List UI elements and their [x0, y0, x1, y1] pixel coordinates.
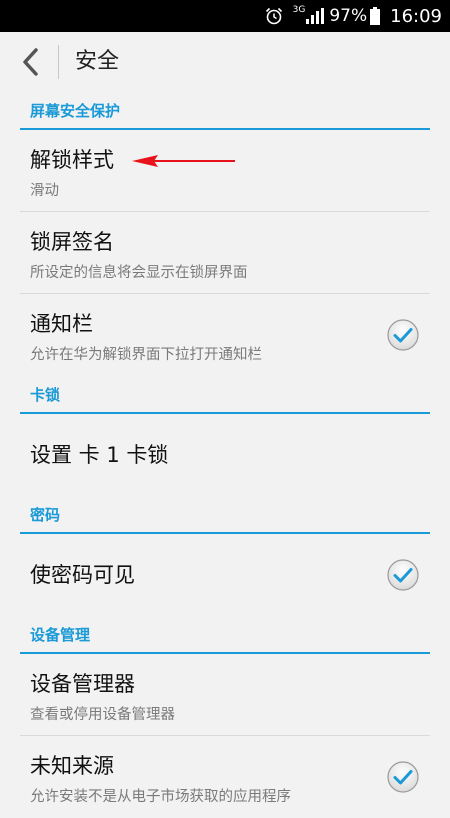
page-title: 安全 [75, 49, 120, 74]
setting-summary: 所设定的信息将会显示在锁屏界面 [30, 265, 248, 281]
red-arrow-annotation-icon [132, 155, 235, 167]
checkbox-checked-icon[interactable] [386, 760, 420, 794]
setting-unknown-sources[interactable]: 未知来源 允许安装不是从电子市场获取的应用程序 [20, 736, 430, 818]
alarm-icon [265, 7, 282, 25]
section-title: 密码 [30, 506, 61, 524]
section-header-screen-security: 屏幕安全保护 [0, 92, 450, 130]
setting-title: 使密码可见 [30, 563, 135, 587]
setting-summary: 允许安装不是从电子市场获取的应用程序 [30, 789, 291, 805]
setting-summary: 允许在华为解锁界面下拉打开通知栏 [30, 347, 262, 363]
status-bar: 3G 97% 16:09 [0, 0, 450, 32]
section-title: 卡锁 [30, 386, 61, 404]
setting-title: 未知来源 [30, 754, 114, 778]
section-title: 设备管理 [30, 626, 91, 644]
section-header-sim-lock: 卡锁 [0, 376, 450, 414]
settings-list: 屏幕安全保护 解锁样式 滑动 锁屏签名 所设定的信息将会显示在锁屏界面 通知栏 … [0, 92, 450, 818]
setting-device-admins[interactable]: 设备管理器 查看或停用设备管理器 [20, 654, 430, 736]
setting-summary: 查看或停用设备管理器 [30, 707, 175, 723]
setting-lock-signature[interactable]: 锁屏签名 所设定的信息将会显示在锁屏界面 [20, 212, 430, 294]
setting-title: 设置 卡 1 卡锁 [30, 443, 169, 467]
setting-title: 设备管理器 [30, 672, 135, 696]
setting-sim-lock[interactable]: 设置 卡 1 卡锁 [20, 414, 430, 496]
title-divider [58, 45, 59, 79]
setting-notification-bar[interactable]: 通知栏 允许在华为解锁界面下拉打开通知栏 [20, 294, 430, 376]
clock: 16:09 [390, 5, 442, 27]
battery-percent: 97% [329, 6, 368, 26]
chevron-left-icon [23, 48, 38, 76]
section-title: 屏幕安全保护 [30, 102, 121, 120]
checkbox-checked-icon[interactable] [386, 558, 420, 592]
signal-icon [306, 8, 325, 24]
section-header-password: 密码 [0, 496, 450, 534]
back-button[interactable] [10, 40, 50, 84]
setting-title: 锁屏签名 [30, 230, 114, 254]
checkbox-checked-icon[interactable] [386, 318, 420, 352]
setting-summary: 滑动 [30, 183, 59, 199]
section-header-device-admin: 设备管理 [0, 616, 450, 654]
network-type: 3G [292, 5, 306, 15]
title-bar: 安全 [0, 32, 450, 92]
setting-password-visible[interactable]: 使密码可见 [20, 534, 430, 616]
setting-unlock-style[interactable]: 解锁样式 滑动 [20, 130, 430, 212]
battery-icon [370, 7, 381, 25]
setting-title: 通知栏 [30, 312, 93, 336]
